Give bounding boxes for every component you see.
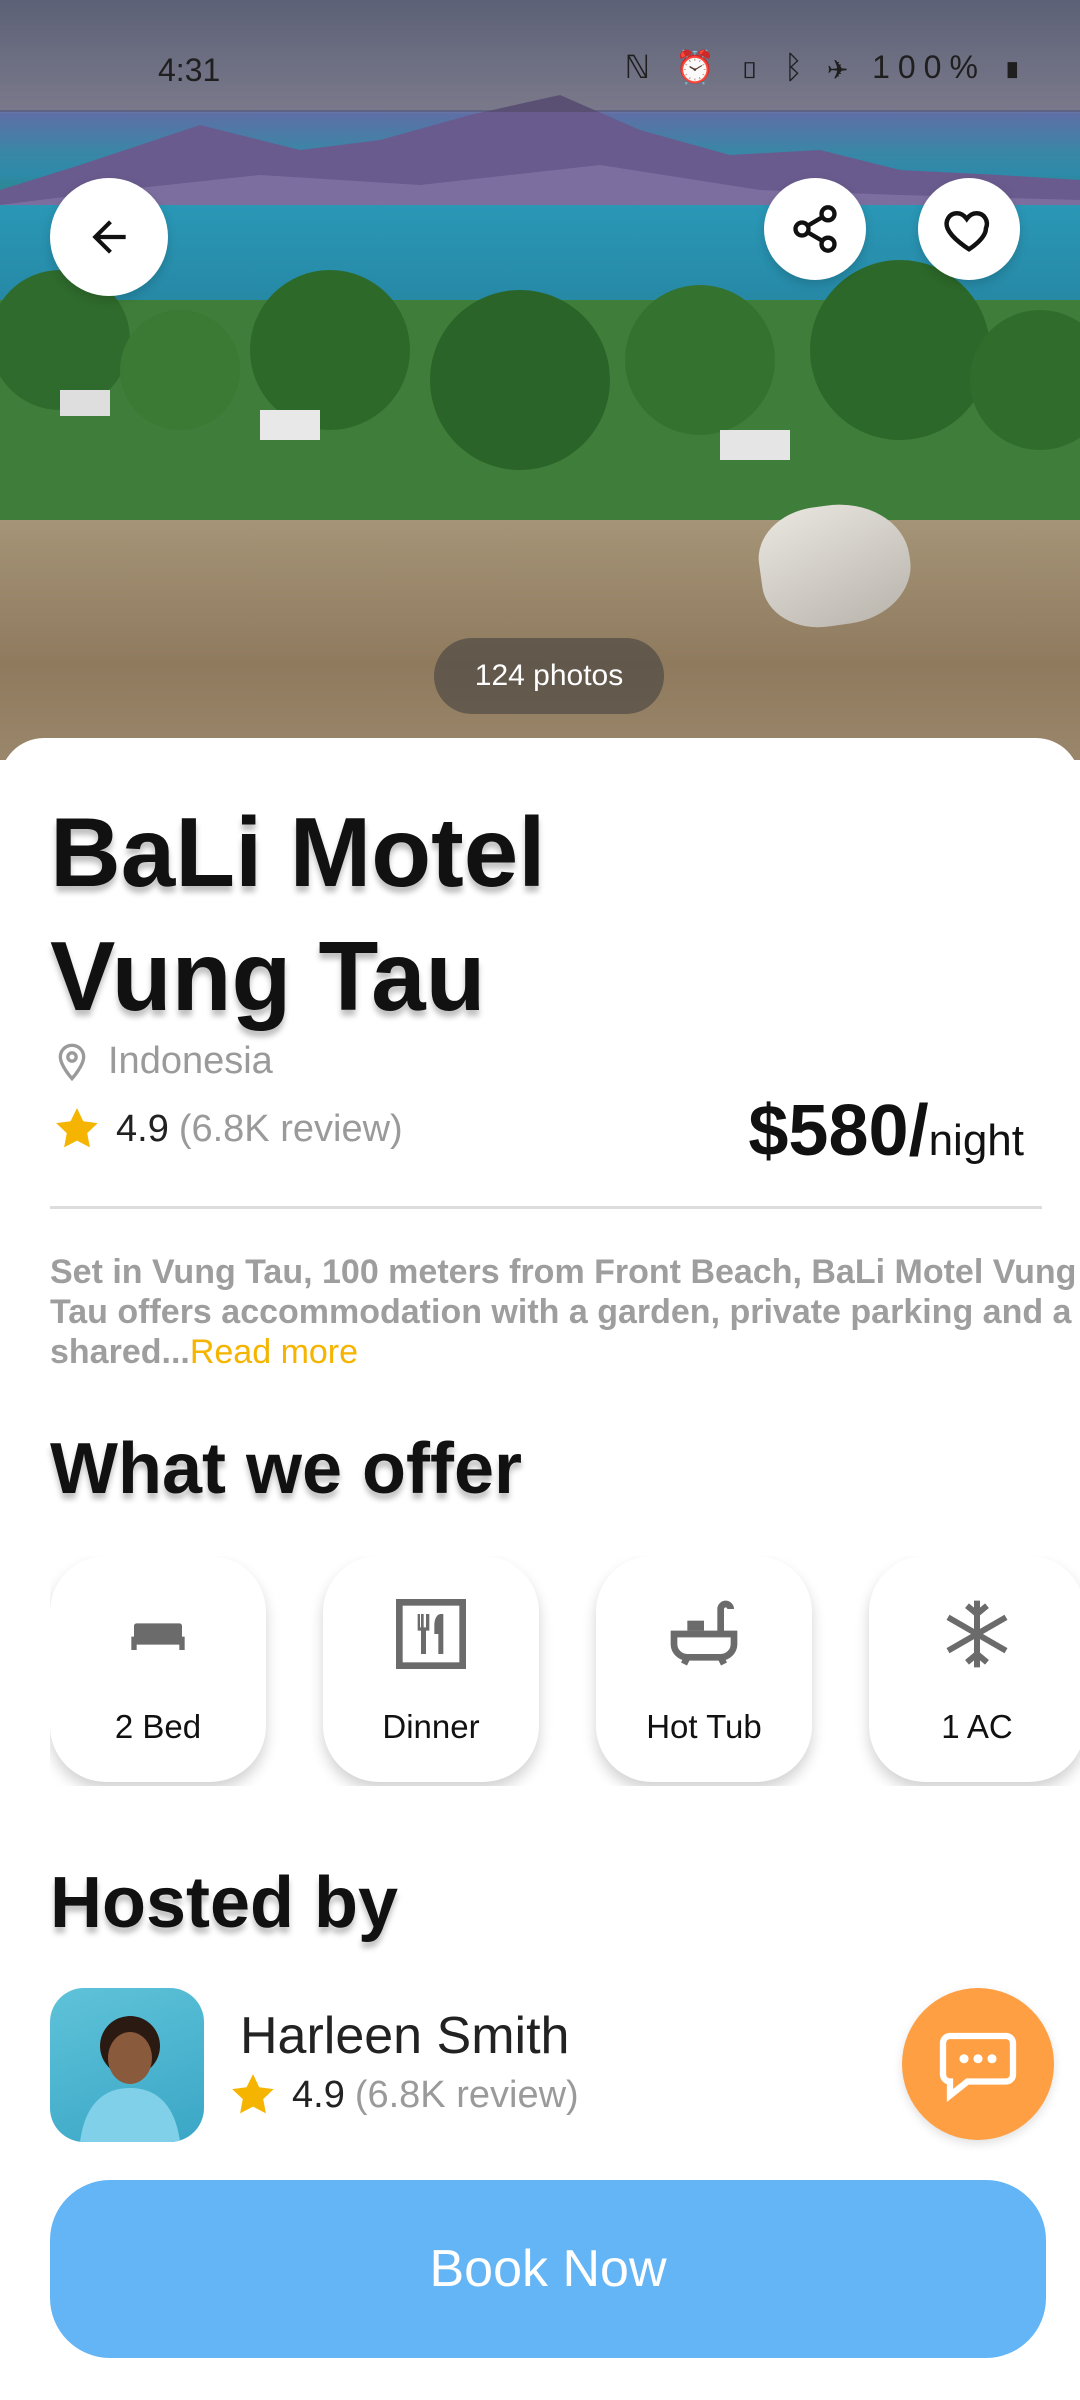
restaurant-icon [391, 1594, 471, 1674]
status-time: 4:31 [158, 52, 221, 88]
bed-icon [126, 1594, 190, 1674]
status-icons: ℕ ⏰ ▯ ᛒ ✈ 100% ▮ [625, 48, 1030, 86]
book-now-button[interactable]: Book Now [50, 2180, 1046, 2358]
battery-percent: 100% [872, 49, 986, 85]
offer-hot-tub[interactable]: Hot Tub [596, 1556, 812, 1782]
offer-ac[interactable]: 1 AC [869, 1556, 1080, 1782]
avatar-illustration [80, 2016, 180, 2142]
battery-icon: ▮ [1002, 49, 1030, 85]
host-rating-value: 4.9 [292, 2073, 345, 2116]
location-text: Indonesia [108, 1040, 273, 1082]
host-rating: 4.9 (6.8K review) [228, 2070, 579, 2120]
read-more-link[interactable]: Read more [190, 1333, 358, 1371]
share-button[interactable] [764, 178, 866, 280]
vibrate-icon: ▯ [739, 49, 767, 85]
host-review-count: (6.8K review) [354, 2073, 579, 2116]
chat-bubble-icon [939, 2032, 1017, 2103]
rating-value: 4.9 [116, 1107, 169, 1150]
arrow-left-icon [92, 220, 126, 254]
host-section-title: Hosted by [50, 1863, 399, 1943]
offer-bed[interactable]: 2 Bed [50, 1556, 266, 1782]
back-button[interactable] [50, 178, 168, 296]
listing-title: BaLi Motel Vung Tau [50, 790, 850, 1038]
price-unit: night [928, 1116, 1024, 1165]
offer-label: 1 AC [941, 1708, 1013, 1745]
description: Set in Vung Tau, 100 meters from Front B… [50, 1252, 1080, 1372]
snowflake-icon [937, 1594, 1017, 1674]
price-amount: $580/ [748, 1091, 929, 1171]
nfc-icon: ℕ [624, 49, 659, 85]
price: $580/ night [748, 1090, 1024, 1172]
favorite-button[interactable] [918, 178, 1020, 280]
alarm-icon: ⏰ [675, 49, 723, 85]
bluetooth-icon: ᛒ [783, 49, 812, 85]
offers-list[interactable]: 2 Bed Dinner Hot Tub 1 AC [50, 1556, 1080, 1786]
avatar[interactable] [50, 1988, 204, 2142]
location-row: Indonesia [52, 1040, 273, 1083]
chat-button[interactable] [902, 1988, 1054, 2140]
listing-title-line2: Vung Tau [50, 921, 486, 1031]
photos-count-pill[interactable]: 124 photos [434, 638, 664, 714]
bathtub-icon [664, 1594, 744, 1674]
airplane-icon: ✈ [827, 49, 856, 85]
listing-title-line1: BaLi Motel [50, 797, 546, 907]
star-icon [56, 1108, 98, 1148]
offer-dinner[interactable]: Dinner [323, 1556, 539, 1782]
offers-section-title: What we offer [50, 1429, 523, 1509]
host-name: Harleen Smith [240, 2007, 570, 2065]
divider [50, 1206, 1042, 1209]
offer-label: Dinner [382, 1708, 480, 1745]
share-icon [793, 205, 837, 253]
star-icon [232, 2074, 274, 2114]
hero-mountains [0, 95, 1080, 215]
offer-label: 2 Bed [114, 1708, 202, 1745]
listing-rating: 4.9 (6.8K review) [52, 1104, 403, 1154]
status-bar: 4:31 ℕ ⏰ ▯ ᛒ ✈ 100% ▮ [0, 0, 1080, 112]
review-count: (6.8K review) [178, 1107, 403, 1150]
heart-outline-icon [944, 210, 990, 252]
location-pin-icon [58, 1043, 86, 1081]
offer-label: Hot Tub [646, 1708, 762, 1745]
